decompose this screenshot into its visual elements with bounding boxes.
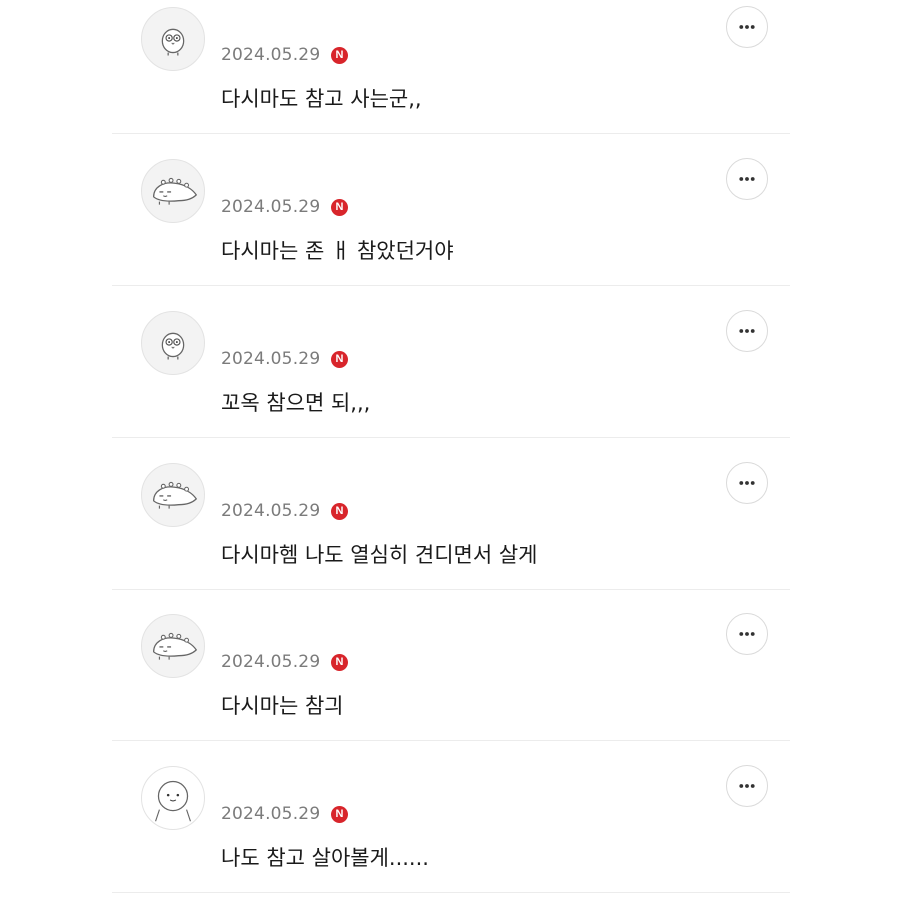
avatar[interactable] — [141, 7, 205, 71]
divider — [112, 740, 790, 741]
avatar[interactable] — [141, 159, 205, 223]
comment-item: 2024.05.29 N 다시마는 존 ㅐ 참았던거야 — [0, 152, 900, 303]
comment-text: 나도 참고 살아볼게...... — [221, 846, 429, 870]
more-options-button[interactable] — [726, 765, 768, 807]
more-options-button[interactable] — [726, 462, 768, 504]
new-badge: N — [331, 199, 348, 216]
comment-text: 꼬옥 참으면 되,,, — [221, 391, 371, 415]
divider — [112, 133, 790, 134]
comment-item: 2024.05.29 N 나도 참고 살아볼게...... — [0, 759, 900, 910]
ellipsis-icon — [739, 329, 755, 333]
dinosaur-character-icon — [152, 481, 198, 509]
ellipsis-icon — [739, 481, 755, 485]
comment-date: 2024.05.29 — [221, 652, 321, 672]
more-options-button[interactable] — [726, 158, 768, 200]
comment-date: 2024.05.29 — [221, 349, 321, 369]
more-options-button[interactable] — [726, 6, 768, 48]
ellipsis-icon — [739, 25, 755, 29]
divider — [112, 437, 790, 438]
comment-item: 2024.05.29 N 다시마도 참고 사는군,, — [0, 0, 900, 151]
avatar[interactable] — [141, 311, 205, 375]
round-character-icon — [155, 780, 191, 822]
new-badge: N — [331, 654, 348, 671]
ellipsis-icon — [739, 784, 755, 788]
comment-list: 2024.05.29 N 다시마도 참고 사는군,, 2024.05.29 N … — [0, 0, 900, 900]
dinosaur-character-icon — [152, 177, 198, 205]
ellipsis-icon — [739, 177, 755, 181]
divider — [112, 285, 790, 286]
bird-character-icon — [161, 332, 185, 360]
new-badge: N — [331, 351, 348, 368]
more-options-button[interactable] — [726, 613, 768, 655]
bird-character-icon — [161, 28, 185, 56]
comment-item: 2024.05.29 N 다시마는 참긔 — [0, 607, 900, 758]
comment-date: 2024.05.29 — [221, 45, 321, 65]
comment-text: 다시마헴 나도 열심히 견디면서 살게 — [221, 543, 538, 567]
comment-text: 다시마는 존 ㅐ 참았던거야 — [221, 239, 454, 263]
avatar[interactable] — [141, 463, 205, 527]
avatar[interactable] — [141, 766, 205, 830]
new-badge: N — [331, 503, 348, 520]
comment-date: 2024.05.29 — [221, 804, 321, 824]
ellipsis-icon — [739, 632, 755, 636]
comment-text: 다시마는 참긔 — [221, 694, 344, 718]
new-badge: N — [331, 47, 348, 64]
new-badge: N — [331, 806, 348, 823]
divider — [112, 892, 790, 893]
more-options-button[interactable] — [726, 310, 768, 352]
comment-item: 2024.05.29 N 다시마헴 나도 열심히 견디면서 살게 — [0, 456, 900, 607]
divider — [112, 589, 790, 590]
comment-date: 2024.05.29 — [221, 501, 321, 521]
dinosaur-character-icon — [152, 632, 198, 660]
comment-item: 2024.05.29 N 꼬옥 참으면 되,,, — [0, 304, 900, 455]
comment-date: 2024.05.29 — [221, 197, 321, 217]
avatar[interactable] — [141, 614, 205, 678]
comment-text: 다시마도 참고 사는군,, — [221, 87, 422, 111]
